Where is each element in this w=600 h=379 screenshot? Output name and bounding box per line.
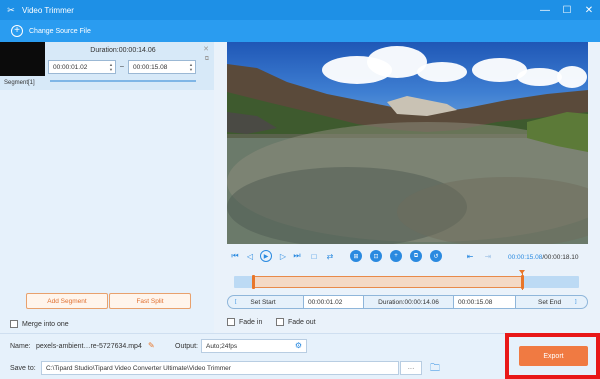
save-path-field[interactable]: C:\Tipard Studio\Tipard Video Converter … xyxy=(41,361,399,375)
playhead-marker[interactable] xyxy=(519,270,525,274)
fast-split-button[interactable]: Fast Split xyxy=(109,293,191,309)
end-time-input[interactable]: 00:00:15.08 xyxy=(454,296,516,308)
segment-end-input[interactable]: 00:00:15.08 ▲ ▼ xyxy=(128,60,196,74)
scissors-icon: ✂ xyxy=(7,5,15,15)
spinner-icon[interactable]: ▲ ▼ xyxy=(189,62,193,72)
plus-icon: + xyxy=(11,25,23,37)
timeline-selection xyxy=(254,276,522,288)
current-time: 00:00:15.08 xyxy=(508,254,543,261)
prev-frame-icon[interactable]: ◁ xyxy=(244,250,256,262)
segment-duration: Duration:00:00:14.06 xyxy=(90,47,156,54)
segment-start-input[interactable]: 00:00:01.02 ▲ ▼ xyxy=(48,60,116,74)
change-source-label: Change Source File xyxy=(29,27,91,35)
minimize-button[interactable]: — xyxy=(534,0,556,20)
reset-icon[interactable]: ↺ xyxy=(430,250,442,262)
output-settings-value: Auto;24fps xyxy=(206,342,238,350)
segment-end-value: 00:00:15.08 xyxy=(133,63,168,71)
trim-duration: Duration:00:00:14.06 xyxy=(364,296,454,308)
copy-icon[interactable]: ⧉ xyxy=(205,56,209,63)
jump-start-icon[interactable]: ⇤ xyxy=(464,250,476,262)
fade-in-checkbox[interactable]: Fade in xyxy=(227,318,262,326)
segment-thumbnail xyxy=(0,42,45,76)
trim-duration-label: Duration:00:00:14.06 xyxy=(378,298,439,306)
skip-start-icon[interactable]: ⏮ xyxy=(229,250,241,262)
play-icon[interactable]: ▶ xyxy=(260,250,272,262)
save-path-value: C:\Tipard Studio\Tipard Video Converter … xyxy=(46,364,231,372)
browse-button[interactable]: ··· xyxy=(400,361,422,375)
checkbox[interactable] xyxy=(276,318,284,326)
change-source-bar[interactable]: + Change Source File xyxy=(0,20,600,42)
maximize-button[interactable]: ☐ xyxy=(556,0,578,20)
loop-icon[interactable]: ⇄ xyxy=(324,250,336,262)
bracket-left-icon: [ xyxy=(235,299,237,305)
name-label: Name: xyxy=(10,343,31,350)
set-start-icon[interactable]: ⊞ xyxy=(350,250,362,262)
output-settings-field[interactable]: Auto;24fps ⚙ xyxy=(201,339,307,353)
set-end-label: Set End xyxy=(538,298,562,306)
end-time-value: 00:00:15.08 xyxy=(458,298,493,306)
add-icon[interactable]: + xyxy=(390,250,402,262)
stop-icon[interactable]: □ xyxy=(308,250,320,262)
fade-out-checkbox[interactable]: Fade out xyxy=(276,318,316,326)
edit-icon[interactable]: ✎ xyxy=(148,341,155,350)
video-preview xyxy=(227,42,588,244)
start-time-input[interactable]: 00:00:01.02 xyxy=(304,296,364,308)
bracket-right-icon: ] xyxy=(575,299,577,305)
fade-in-label: Fade in xyxy=(239,318,263,326)
start-handle[interactable] xyxy=(252,275,255,289)
segment-item[interactable]: Segment[1] Duration:00:00:14.06 ✕ ⧉ 00:0… xyxy=(0,42,214,90)
total-time: /00:00:18.10 xyxy=(542,254,579,261)
separator: – xyxy=(120,63,124,70)
segment-panel: Segment[1] Duration:00:00:14.06 ✕ ⧉ 00:0… xyxy=(0,42,214,333)
landscape-image xyxy=(227,64,588,244)
time-readout: 00:00:15.08/00:00:18.10 xyxy=(508,254,579,261)
merge-checkbox[interactable]: Merge into one xyxy=(10,320,69,328)
set-start-button[interactable]: [ Set Start xyxy=(228,296,304,308)
close-button[interactable]: ✕ xyxy=(578,0,600,20)
checkbox[interactable] xyxy=(227,318,235,326)
merge-label: Merge into one xyxy=(22,320,69,328)
file-name: pexels-ambient…re-5727634.mp4 xyxy=(36,343,142,350)
trim-bar: [ Set Start 00:00:01.02 Duration:00:00:1… xyxy=(227,295,588,309)
set-start-label: Set Start xyxy=(250,298,276,306)
crop-icon[interactable]: ⊡ xyxy=(370,250,382,262)
copy-icon[interactable]: ⧉ xyxy=(410,250,422,262)
segment-label: Segment[1] xyxy=(4,80,35,86)
close-icon[interactable]: ✕ xyxy=(203,45,209,53)
set-end-button[interactable]: Set End ] xyxy=(516,296,587,308)
start-time-value: 00:00:01.02 xyxy=(308,298,343,306)
gear-icon[interactable]: ⚙ xyxy=(295,341,302,350)
window-title: Video Trimmer xyxy=(22,5,74,15)
export-highlight: Export xyxy=(505,333,600,379)
save-to-label: Save to: xyxy=(10,365,36,372)
add-segment-button[interactable]: Add Segment xyxy=(26,293,108,309)
checkbox[interactable] xyxy=(10,320,18,328)
segment-bar xyxy=(50,80,196,82)
title-bar: ✂ Video Trimmer — ☐ ✕ xyxy=(0,0,600,20)
segment-start-value: 00:00:01.02 xyxy=(53,63,88,71)
jump-end-icon[interactable]: ⇥ xyxy=(482,250,494,262)
fade-out-label: Fade out xyxy=(288,318,316,326)
next-frame-icon[interactable]: ▷ xyxy=(277,250,289,262)
export-button[interactable]: Export xyxy=(519,346,588,366)
skip-end-icon[interactable]: ⏭ xyxy=(291,250,303,262)
spinner-icon[interactable]: ▲ ▼ xyxy=(109,62,113,72)
output-label: Output: xyxy=(175,343,198,350)
folder-icon[interactable]: 🗀 xyxy=(430,361,440,378)
